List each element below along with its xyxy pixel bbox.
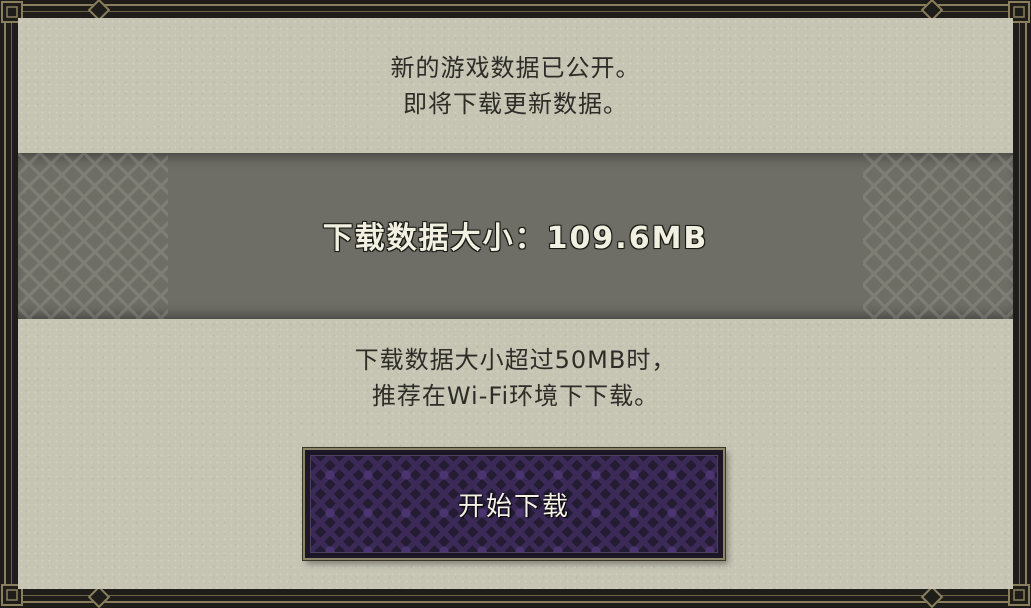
wifi-note: 下载数据大小超过50MB时， 推荐在Wi-Fi环境下下载。 xyxy=(18,342,1013,414)
start-download-button[interactable]: 开始下载 xyxy=(303,448,725,560)
download-size-label: 下载数据大小：109.6MB xyxy=(322,221,709,256)
start-download-label: 开始下载 xyxy=(457,492,570,522)
dialog-panel: 新的游戏数据已公开。 即将下载更新数据。 下载数据大小：109.6MB 下载数据… xyxy=(18,18,1013,589)
update-message-line1: 新的游戏数据已公开。 xyxy=(390,54,641,82)
update-message-line2: 即将下载更新数据。 xyxy=(403,90,628,118)
dialog-frame: 新的游戏数据已公开。 即将下载更新数据。 下载数据大小：109.6MB 下载数据… xyxy=(0,0,1031,608)
update-message: 新的游戏数据已公开。 即将下载更新数据。 xyxy=(18,50,1013,122)
wifi-note-line2: 推荐在Wi-Fi环境下下载。 xyxy=(371,382,660,410)
download-size-band: 下载数据大小：109.6MB xyxy=(18,153,1013,319)
wifi-note-line1: 下载数据大小超过50MB时， xyxy=(354,346,677,374)
